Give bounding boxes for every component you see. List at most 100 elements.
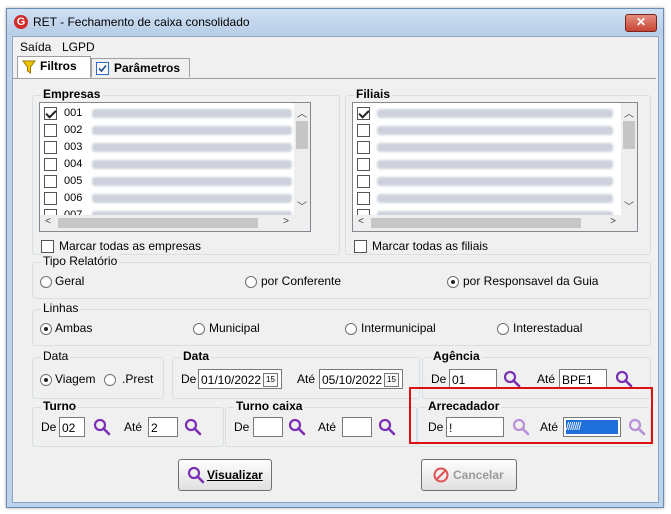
select-all-empresas-checkbox[interactable] — [41, 240, 54, 253]
search-icon[interactable] — [378, 418, 396, 436]
radio-geral[interactable] — [40, 276, 52, 288]
tab-parametros-label: Parâmetros — [114, 61, 181, 75]
scroll-thumb[interactable] — [58, 218, 258, 228]
search-icon — [187, 466, 205, 484]
turno-de-field[interactable]: 02 — [59, 417, 85, 437]
search-icon[interactable] — [615, 370, 633, 388]
scroll-thumb[interactable] — [296, 121, 308, 149]
radio-geral-label: Geral — [55, 274, 85, 288]
filial-checkbox[interactable] — [357, 158, 370, 171]
empresa-checkbox[interactable] — [44, 107, 57, 120]
turno-de-value: 02 — [62, 421, 76, 435]
cancel-icon — [433, 467, 449, 483]
menu-lgpd[interactable]: LGPD — [62, 40, 95, 54]
list-item[interactable]: 005 — [40, 173, 310, 190]
turno-ate-value: 2 — [151, 421, 158, 435]
data-de-label: De — [181, 372, 197, 386]
funnel-icon — [22, 60, 36, 74]
list-item[interactable]: 002 — [40, 122, 310, 139]
scroll-up-icon[interactable]: ︿ — [294, 105, 310, 120]
empresas-list[interactable]: 001 002 003 004 005 006 007 ︿ ﹀ < — [39, 102, 311, 232]
list-item[interactable] — [353, 190, 637, 207]
redacted-text — [377, 177, 613, 186]
data-group: Data De 01/10/2022 15 Até 05/10/2022 15 — [172, 349, 420, 399]
visualizar-button[interactable]: Visualizar — [178, 459, 272, 491]
filial-checkbox[interactable] — [357, 107, 370, 120]
empresas-hscroll[interactable]: < > — [40, 215, 294, 231]
select-all-filiais-checkbox[interactable] — [354, 240, 367, 253]
empresa-checkbox[interactable] — [44, 175, 57, 188]
scroll-down-icon[interactable]: ﹀ — [294, 198, 310, 213]
scroll-right-icon[interactable]: > — [278, 216, 294, 227]
agencia-ate-field[interactable]: BPE1 — [559, 369, 607, 389]
search-icon[interactable] — [503, 370, 521, 388]
turno-caixa-ate-field[interactable] — [342, 417, 372, 437]
list-item[interactable] — [353, 139, 637, 156]
turno-caixa-de-field[interactable] — [253, 417, 283, 437]
list-item[interactable]: 003 — [40, 139, 310, 156]
radio-ambas[interactable] — [40, 323, 52, 335]
list-item[interactable] — [353, 173, 637, 190]
scroll-up-icon[interactable]: ︿ — [621, 105, 637, 120]
scroll-thumb[interactable] — [623, 121, 635, 149]
select-all-empresas-label: Marcar todas as empresas — [59, 239, 202, 253]
empresa-checkbox[interactable] — [44, 141, 57, 154]
radio-municipal[interactable] — [193, 323, 205, 335]
filial-checkbox[interactable] — [357, 124, 370, 137]
redacted-text — [92, 194, 292, 203]
filial-checkbox[interactable] — [357, 192, 370, 205]
radio-por-responsavel-label: por Responsavel da Guia — [463, 274, 599, 288]
data-de-value: 01/10/2022 — [201, 373, 262, 387]
list-item[interactable]: 001 — [40, 105, 310, 122]
filiais-hscroll[interactable]: < > — [353, 215, 621, 231]
radio-prest-label: .Prest — [122, 372, 154, 386]
scroll-thumb[interactable] — [371, 218, 581, 228]
turno-ate-field[interactable]: 2 — [148, 417, 178, 437]
radio-viagem[interactable] — [40, 374, 52, 386]
close-button[interactable]: ✕ — [625, 14, 657, 32]
empresa-checkbox[interactable] — [44, 158, 57, 171]
linhas-title: Linhas — [41, 301, 81, 315]
list-item[interactable] — [353, 122, 637, 139]
empresa-checkbox[interactable] — [44, 192, 57, 205]
menu-saida[interactable]: Saída — [20, 40, 51, 54]
turno-title: Turno — [41, 399, 79, 413]
filiais-vscroll[interactable]: ︿ ﹀ — [621, 103, 637, 231]
agencia-title: Agência — [431, 349, 482, 363]
list-item[interactable]: 006 — [40, 190, 310, 207]
calendar-icon[interactable]: 15 — [263, 373, 278, 387]
scroll-left-icon[interactable]: < — [40, 216, 56, 227]
search-icon[interactable] — [288, 418, 306, 436]
scroll-right-icon[interactable]: > — [605, 216, 621, 227]
cancelar-button[interactable]: Cancelar — [421, 459, 517, 491]
scroll-left-icon[interactable]: < — [353, 216, 369, 227]
turno-ate-label: Até — [124, 420, 143, 434]
tipo-relatorio-title: Tipo Relatório — [41, 254, 120, 268]
empresa-checkbox[interactable] — [44, 124, 57, 137]
turno-caixa-ate-label: Até — [318, 420, 337, 434]
data-tipo-title: Data — [41, 349, 71, 363]
radio-por-conferente[interactable] — [245, 276, 257, 288]
tab-parametros[interactable]: Parâmetros — [91, 58, 190, 77]
list-item[interactable] — [353, 105, 637, 122]
search-icon[interactable] — [184, 418, 202, 436]
radio-por-responsavel[interactable] — [447, 276, 459, 288]
data-de-field[interactable]: 01/10/2022 15 — [198, 369, 282, 389]
filiais-group: Filiais ︿ ﹀ < > Marcar todas as filiais — [345, 87, 651, 255]
data-ate-field[interactable]: 05/10/2022 15 — [319, 369, 403, 389]
list-item[interactable]: 004 — [40, 156, 310, 173]
tab-filtros[interactable]: Filtros — [17, 56, 91, 78]
radio-intermunicipal[interactable] — [345, 323, 357, 335]
filial-checkbox[interactable] — [357, 175, 370, 188]
empresas-vscroll[interactable]: ︿ ﹀ — [294, 103, 310, 231]
filiais-list[interactable]: ︿ ﹀ < > — [352, 102, 638, 232]
filial-checkbox[interactable] — [357, 141, 370, 154]
radio-interestadual[interactable] — [497, 323, 509, 335]
search-icon[interactable] — [93, 418, 111, 436]
list-item[interactable] — [353, 156, 637, 173]
turno-caixa-group: Turno caixa De Até — [225, 399, 417, 447]
calendar-icon[interactable]: 15 — [384, 373, 399, 387]
radio-prest[interactable] — [104, 374, 116, 386]
scroll-down-icon[interactable]: ﹀ — [621, 198, 637, 213]
agencia-de-field[interactable]: 01 — [449, 369, 497, 389]
